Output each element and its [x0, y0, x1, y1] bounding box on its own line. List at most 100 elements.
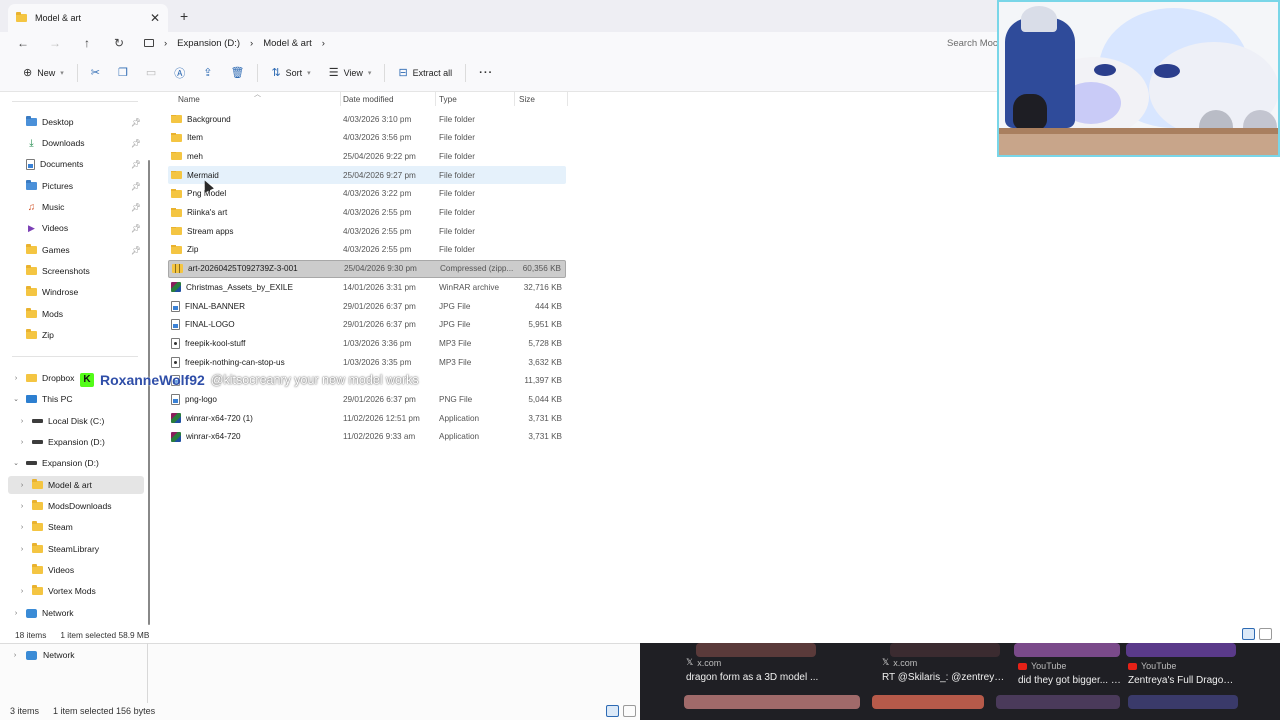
sidebar-item-music[interactable]: ♫ Music 📌︎ [26, 198, 146, 216]
file-row[interactable]: Christmas_Assets_by_EXILE 14/01/2026 3:31… [168, 278, 566, 296]
thumbnail[interactable] [1126, 643, 1236, 657]
browser-card[interactable]: 𝕏x.com dragon form as a 3D model ... [686, 657, 866, 717]
details-view-icon[interactable] [1242, 628, 1255, 640]
file-row[interactable]: meh 25/04/2026 9:22 pm File folder [168, 147, 566, 165]
column-header-type[interactable]: Type [439, 95, 457, 109]
file-row[interactable]: freepik-kool-stuff 1/03/2026 3:36 pm MP3 F… [168, 334, 566, 352]
extract-all-button[interactable]: ⊟ Extract all [389, 60, 461, 86]
browser-card[interactable]: YouTube did they got bigger... Zen '... [1018, 661, 1124, 720]
sidebar-item-expansion-d[interactable]: › Expansion (D:) [17, 433, 105, 451]
file-row[interactable]: Stream apps 4/03/2026 2:55 pm File folder [168, 222, 566, 240]
view-button[interactable]: ☰ View ▾ [320, 60, 381, 86]
chevron-right-icon[interactable]: › [17, 503, 27, 510]
file-row[interactable]: Png Model 4/03/2026 3:22 pm File folder [168, 185, 566, 203]
sidebar-item-steam[interactable]: › Steam [17, 518, 73, 536]
refresh-button[interactable]: ↻ [103, 36, 135, 50]
navigation-pane: Desktop 📌︎ ⤓ Downloads 📌︎ Documents 📌︎ P… [0, 92, 148, 624]
column-divider[interactable] [567, 92, 568, 106]
browser-card[interactable]: 𝕏x.com RT @Skilaris_: @zentreya Ze... [882, 657, 1008, 717]
file-row[interactable]: Mermaid 25/04/2026 9:27 pm File folder [168, 166, 566, 185]
chevron-right-icon[interactable]: › [17, 439, 27, 446]
file-name: winrar-x64-720 (1) [186, 413, 253, 423]
monitor-icon[interactable] [144, 39, 154, 47]
file-row[interactable]: png-logo 29/01/2026 6:37 pm PNG File 5,044 … [168, 391, 566, 409]
chevron-down-icon[interactable]: ⌄ [11, 395, 21, 403]
sidebar-item-pictures[interactable]: Pictures 📌︎ [26, 177, 146, 195]
sidebar-scrollbar[interactable] [148, 160, 150, 625]
thumbnail[interactable] [696, 643, 816, 657]
sidebar-item-screenshots[interactable]: Screenshots [26, 262, 90, 280]
file-row[interactable]: Item 4/03/2026 3:56 pm File folder [168, 129, 566, 147]
column-header-name[interactable]: Name [178, 95, 200, 109]
file-name-cell: meh [171, 151, 341, 161]
paste-button[interactable]: ▭ [137, 60, 165, 86]
up-button[interactable]: ↑ [71, 36, 103, 50]
rename-button[interactable]: Ⓐ [165, 60, 194, 86]
sidebar-item-modsdownloads[interactable]: › ModsDownloads [17, 497, 112, 515]
file-row[interactable]: freepik-nothing-can-stop-us 1/03/2026 3:3… [168, 353, 566, 371]
forward-button[interactable]: → [39, 36, 71, 50]
column-header-size[interactable]: Size [519, 95, 535, 109]
sidebar-item-videos-d[interactable]: Videos [17, 561, 74, 579]
new-button[interactable]: ⊕ New ▾ [14, 60, 73, 86]
browser-card[interactable]: YouTube Zentreya's Full Dragon Fo... [1128, 661, 1236, 720]
breadcrumb-separator[interactable]: › [322, 38, 325, 49]
thumbnail[interactable] [890, 643, 1000, 657]
sidebar-item-documents[interactable]: Documents 📌︎ [26, 155, 146, 173]
sidebar-item-games[interactable]: Games 📌︎ [26, 241, 146, 259]
new-tab-button[interactable]: + [180, 8, 188, 24]
tiles-view-icon[interactable] [1259, 628, 1272, 640]
chevron-right-icon[interactable]: › [17, 524, 27, 531]
column-divider[interactable] [514, 92, 515, 106]
file-row[interactable]: winrar-x64-720 (1) 11/02/2026 12:51 pm App… [168, 409, 566, 427]
file-row[interactable]: winrar-x64-720 11/02/2026 9:33 am Applicat… [168, 428, 566, 446]
thumbnail[interactable] [1014, 643, 1120, 657]
sort-button[interactable]: ⇅ Sort ▾ [262, 60, 319, 86]
background-sidebar-network[interactable]: › Network [10, 650, 75, 660]
sidebar-item-mods[interactable]: Mods [26, 305, 63, 323]
chevron-right-icon[interactable]: › [17, 418, 27, 425]
file-row[interactable]: Background 4/03/2026 3:10 pm File folder [168, 110, 566, 128]
breadcrumb-expansion-d[interactable]: Expansion (D:) [177, 38, 240, 49]
sidebar-item-this-pc[interactable]: ⌄ This PC [11, 390, 73, 408]
file-row[interactable]: Riinka's art 4/03/2026 2:55 pm File folder [168, 204, 566, 222]
chevron-down-icon[interactable]: ⌄ [11, 459, 21, 467]
sidebar-item-vortex-mods[interactable]: › Vortex Mods [17, 582, 96, 600]
close-tab-button[interactable]: ✕ [150, 11, 160, 25]
chevron-right-icon[interactable]: › [17, 482, 27, 489]
sidebar-item-network[interactable]: › Network [11, 604, 74, 622]
chevron-right-icon[interactable]: › [17, 546, 27, 553]
share-button[interactable]: ⇪ [194, 60, 221, 86]
sidebar-item-model-art[interactable]: › Model & art [8, 476, 144, 494]
sidebar-item-zip[interactable]: Zip [26, 326, 54, 344]
sidebar-item-desktop[interactable]: Desktop 📌︎ [26, 113, 146, 131]
cut-button[interactable]: ✂ [82, 60, 109, 86]
column-header-date-modified[interactable]: Date modified [343, 95, 394, 109]
details-view-icon[interactable] [606, 705, 619, 717]
back-button[interactable]: ← [7, 36, 39, 50]
file-row[interactable]: art-20260425T092739Z-3-001 25/04/2026 9:3… [168, 259, 566, 278]
more-options-button[interactable]: ··· [470, 60, 502, 86]
sidebar-item-dropbox[interactable]: › Dropbox [11, 369, 75, 387]
sidebar-item-steamlibrary[interactable]: › SteamLibrary [17, 540, 99, 558]
sidebar-item-windrose[interactable]: Windrose [26, 283, 78, 301]
breadcrumb-model-art[interactable]: Model & art [263, 38, 312, 49]
chevron-right-icon[interactable]: › [11, 610, 21, 617]
sidebar-item-expansion-d-root[interactable]: ⌄ Expansion (D:) [11, 454, 99, 472]
tiles-view-icon[interactable] [623, 705, 636, 717]
chevron-right-icon[interactable]: › [11, 375, 21, 382]
column-divider[interactable] [435, 92, 436, 106]
column-divider[interactable] [340, 92, 341, 106]
file-row[interactable]: FINAL-BANNER 29/01/2026 6:37 pm JPG File 44… [168, 297, 566, 315]
sidebar-item-local-disk-c[interactable]: › Local Disk (C:) [17, 412, 105, 430]
tab-model-art[interactable]: Model & art ✕ [8, 4, 168, 32]
file-row[interactable]: FINAL-LOGO 29/01/2026 6:37 pm JPG File 5,95… [168, 316, 566, 334]
copy-button[interactable]: ❐ [109, 60, 137, 86]
breadcrumb-separator[interactable]: › [164, 38, 167, 49]
sidebar-item-videos[interactable]: ▶ Videos 📌︎ [26, 219, 146, 237]
chevron-right-icon[interactable]: › [17, 588, 27, 595]
breadcrumb-separator[interactable]: › [250, 38, 253, 49]
sidebar-item-downloads[interactable]: ⤓ Downloads 📌︎ [26, 134, 146, 152]
delete-button[interactable]: 🗑︎ [221, 60, 253, 86]
file-row[interactable]: Zip 4/03/2026 2:55 pm File folder [168, 241, 566, 259]
